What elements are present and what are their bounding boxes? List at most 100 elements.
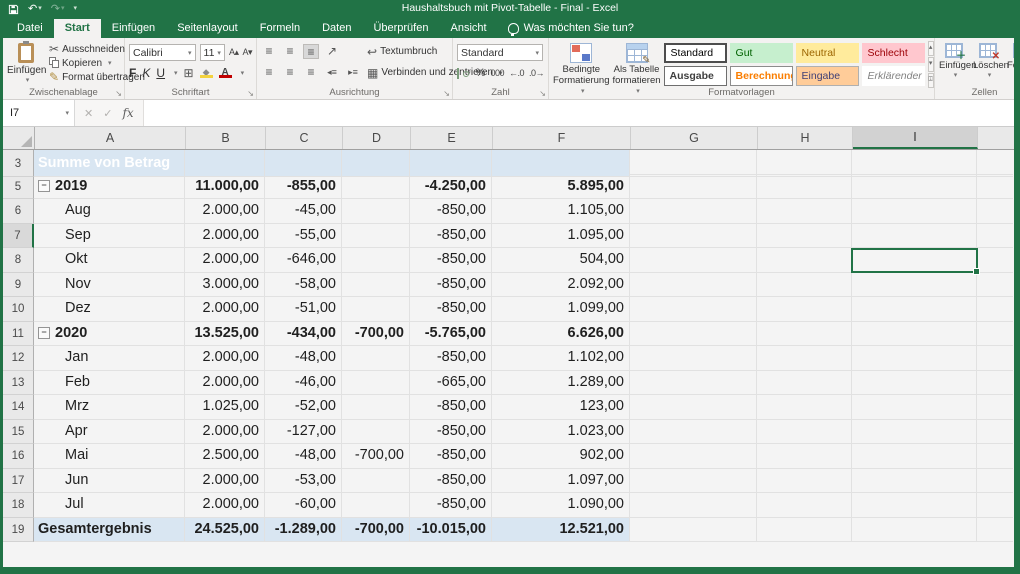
cell-b[interactable]: 24.525,00 [185,518,265,543]
cell-a[interactable]: − Nov [34,273,185,298]
cell-d[interactable] [342,395,410,420]
cell-b[interactable]: 2.000,00 [185,493,265,518]
cell-empty[interactable] [852,297,977,322]
cell-empty[interactable] [630,395,757,420]
currency-format-icon[interactable] [457,68,459,79]
cell-f[interactable]: 1.099,00 [492,297,630,322]
cell-empty[interactable] [852,152,977,177]
cell-a[interactable]: − Dez [34,297,185,322]
cell-d[interactable] [342,175,410,200]
cell-f[interactable] [492,152,630,177]
cell-f[interactable]: 1.102,00 [492,346,630,371]
cell-b[interactable] [185,152,265,177]
row-header[interactable]: 17 [3,469,34,494]
clipboard-dialog-launcher[interactable]: ↘ [115,89,122,98]
tab-daten[interactable]: Daten [311,19,362,38]
cell-a[interactable]: − Jan [34,346,185,371]
cell-empty[interactable] [630,199,757,224]
cell-empty[interactable] [630,346,757,371]
increase-indent-icon[interactable]: ▸≡ [345,65,361,80]
column-header-c[interactable]: C [266,127,343,149]
row-header[interactable]: 16 [3,444,34,469]
conditional-formatting-button[interactable]: Bedingte Formatierung ▾ [553,42,609,86]
orientation-icon[interactable]: ↗ [324,44,340,59]
cell-empty[interactable] [757,371,852,396]
italic-button[interactable]: K [142,66,150,80]
row-header[interactable]: 3 [3,152,34,177]
cell-empty[interactable] [977,322,1013,347]
cell-style-standard[interactable]: Standard [664,43,727,63]
cell-e[interactable]: -850,00 [410,224,492,249]
cell-e[interactable]: -850,00 [410,420,492,445]
paste-button[interactable]: Einfügen ▾ [7,42,45,86]
shrink-font-icon[interactable]: A▾ [242,47,252,58]
tab-einfgen[interactable]: Einfügen [101,19,166,38]
cell-e[interactable]: -850,00 [410,297,492,322]
cell-empty[interactable] [630,371,757,396]
cell-d[interactable]: -700,00 [342,444,410,469]
cell-style-schlecht[interactable]: Schlecht [862,43,925,63]
cell-e[interactable]: -850,00 [410,199,492,224]
cell-d[interactable] [342,420,410,445]
row-header[interactable]: 12 [3,346,34,371]
enter-icon[interactable]: ✓ [103,107,112,120]
thousands-format-icon[interactable]: 000 [490,68,504,78]
cell-empty[interactable] [977,469,1013,494]
fill-color-button[interactable]: ◆ [200,68,213,78]
cell-f[interactable]: 504,00 [492,248,630,273]
font-color-button[interactable]: A [219,68,232,78]
row-header[interactable]: 14 [3,395,34,420]
cell-f[interactable]: 6.626,00 [492,322,630,347]
cell-d[interactable] [342,371,410,396]
cell-b[interactable]: 2.000,00 [185,371,265,396]
cell-a[interactable]: − Okt [34,248,185,273]
row-header[interactable]: 11 [3,322,34,347]
cell-e[interactable]: -850,00 [410,469,492,494]
number-format-select[interactable]: Standard▾ [457,44,543,61]
cell-empty[interactable] [977,346,1013,371]
formula-input[interactable] [144,100,1020,126]
row-header[interactable]: 8 [3,248,34,273]
collapse-button[interactable]: − [38,327,50,339]
number-dialog-launcher[interactable]: ↘ [539,89,546,98]
select-all-button[interactable] [3,127,35,149]
cell-empty[interactable] [630,175,757,200]
bold-button[interactable]: F [129,66,136,80]
cell-f[interactable]: 1.289,00 [492,371,630,396]
cell-empty[interactable] [630,322,757,347]
cell-f[interactable]: 1.090,00 [492,493,630,518]
cell-a[interactable]: − Jun [34,469,185,494]
cell-empty[interactable] [630,224,757,249]
cell-d[interactable] [342,346,410,371]
tab-datei[interactable]: Datei [6,19,54,38]
cell-c[interactable]: -45,00 [265,199,342,224]
align-bottom-icon[interactable]: ≡ [303,44,319,59]
cell-empty[interactable] [977,273,1013,298]
cell-e[interactable]: -5.765,00 [410,322,492,347]
cell-e[interactable] [410,152,492,177]
cell-empty[interactable] [757,420,852,445]
cell-style-eingabe[interactable]: Eingabe [796,66,859,86]
cell-c[interactable]: -1.289,00 [265,518,342,543]
cell-c[interactable]: -51,00 [265,297,342,322]
cell-f[interactable]: 1.105,00 [492,199,630,224]
column-header-a[interactable]: A [35,127,186,149]
cell-empty[interactable] [630,493,757,518]
cell-empty[interactable] [977,224,1013,249]
cell-c[interactable] [265,152,342,177]
cell-empty[interactable] [630,518,757,543]
cell-f[interactable]: 2.092,00 [492,273,630,298]
cell-empty[interactable] [852,322,977,347]
row-header[interactable]: 10 [3,297,34,322]
name-box[interactable]: I7 ▾ [3,100,75,126]
cell-style-gut[interactable]: Gut [730,43,793,63]
column-header-b[interactable]: B [186,127,266,149]
cell-e[interactable]: -4.250,00 [410,175,492,200]
align-top-icon[interactable]: ≡ [261,44,277,59]
cell-style-neutral[interactable]: Neutral [796,43,859,63]
font-size-select[interactable]: 11▾ [200,44,225,61]
cell-e[interactable]: -850,00 [410,248,492,273]
cell-empty[interactable] [977,371,1013,396]
cell-c[interactable]: -52,00 [265,395,342,420]
cell-d[interactable] [342,199,410,224]
